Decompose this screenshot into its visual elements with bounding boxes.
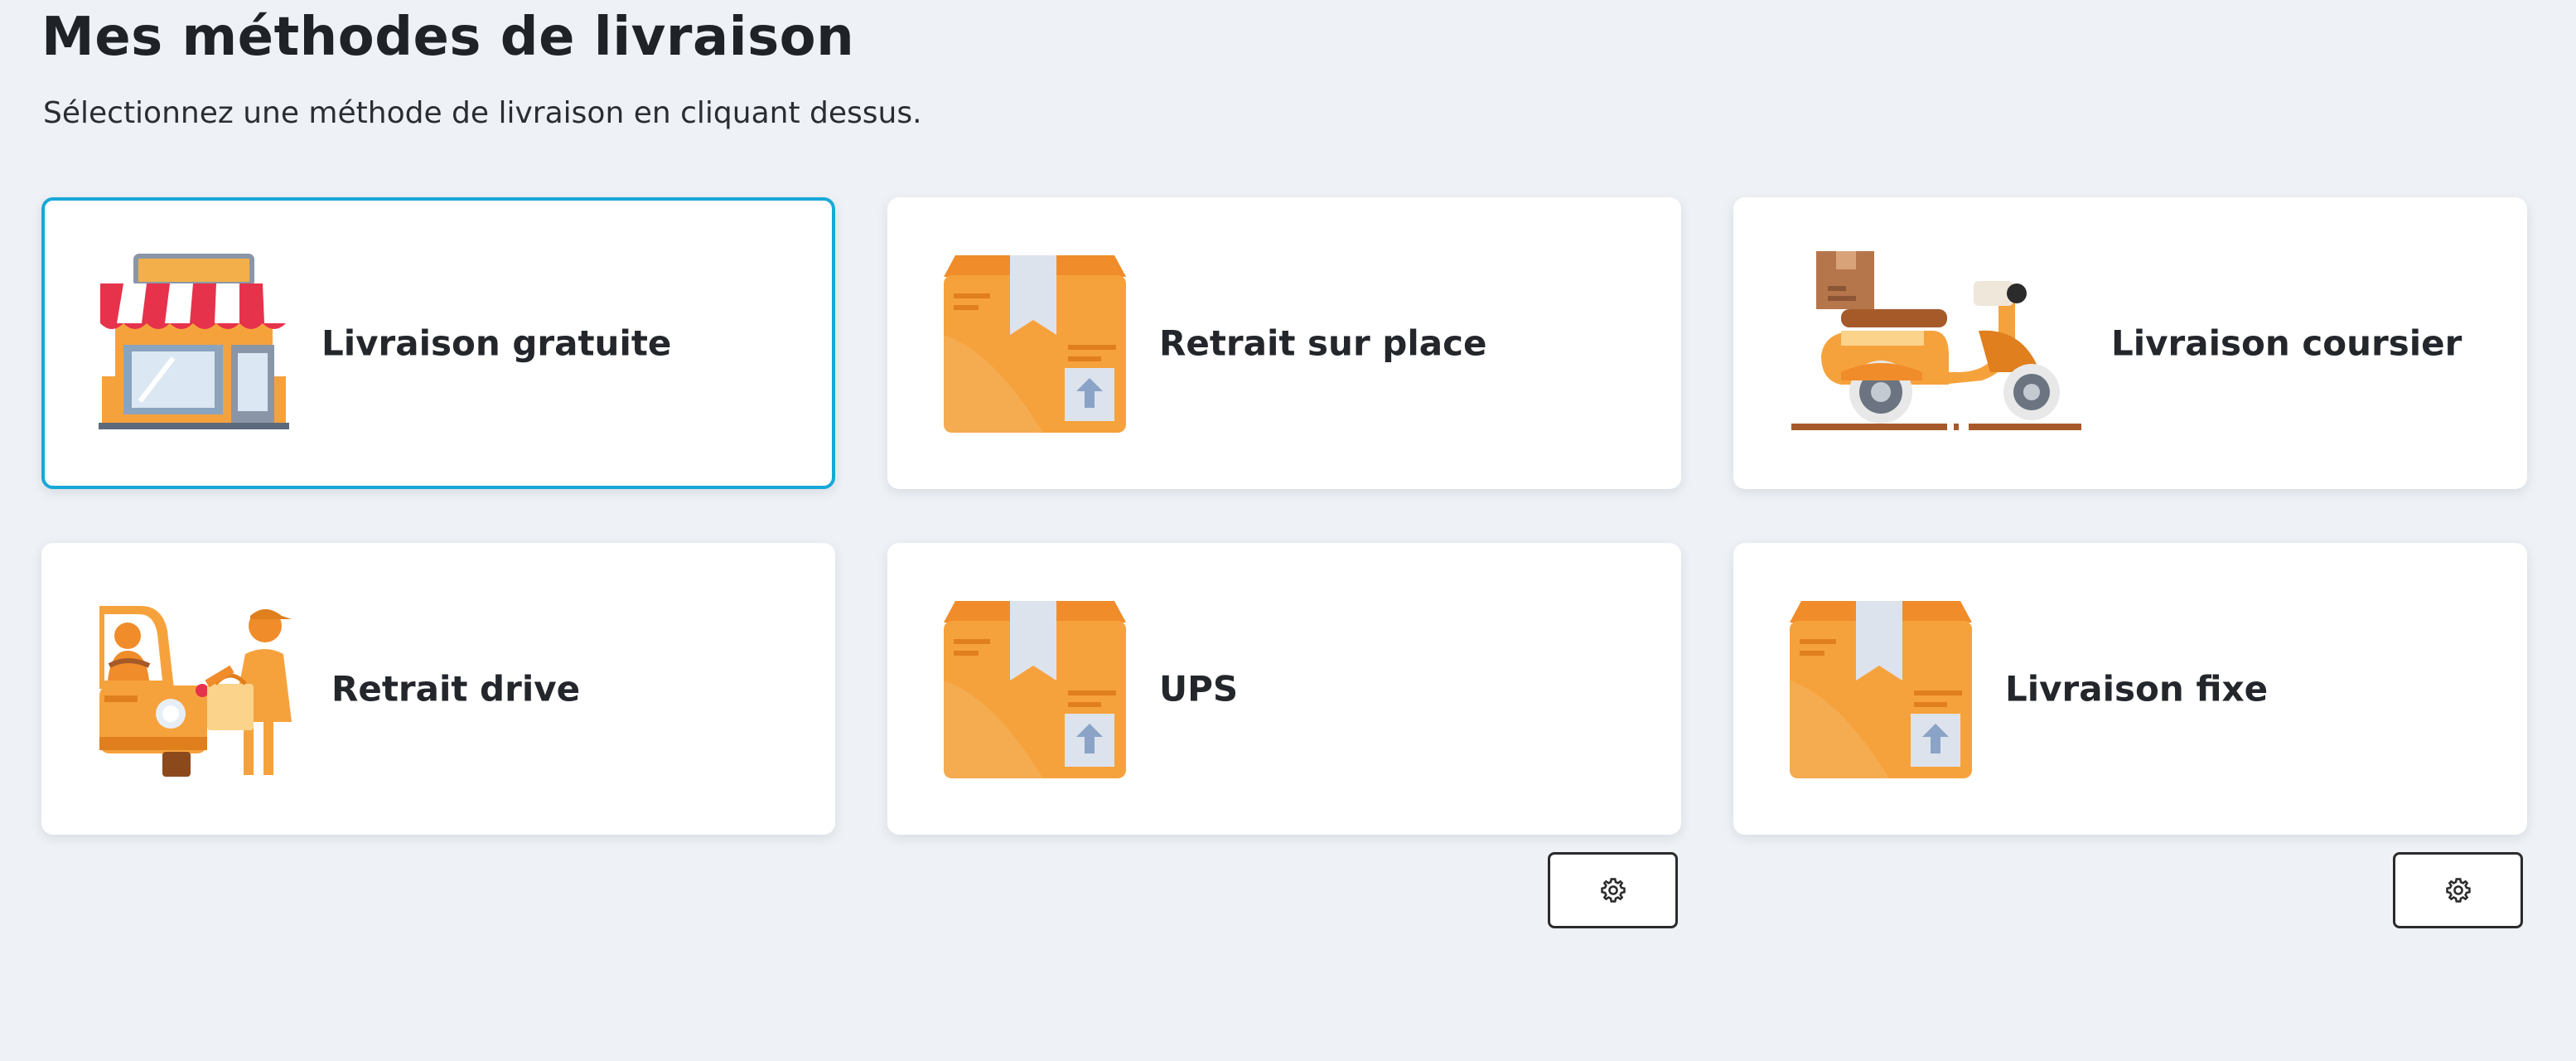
delivery-method-label: Livraison coursier bbox=[2111, 322, 2462, 364]
package-box-icon bbox=[944, 255, 1126, 433]
delivery-method-card-livraison-coursier[interactable]: Livraison coursier bbox=[1733, 197, 2527, 489]
package-box-icon bbox=[1790, 601, 1972, 778]
delivery-method-card-retrait-sur-place[interactable]: Retrait sur place bbox=[887, 197, 1681, 489]
gear-icon bbox=[1600, 878, 1626, 903]
page-title: Mes méthodes de livraison bbox=[41, 7, 855, 68]
delivery-method-card-livraison-gratuite[interactable]: Livraison gratuite bbox=[41, 197, 835, 489]
storefront-icon bbox=[99, 254, 289, 429]
delivery-method-card-livraison-fixe[interactable]: Livraison fixe bbox=[1733, 543, 2527, 835]
scooter-icon bbox=[1791, 251, 2081, 430]
delivery-method-label: Livraison fixe bbox=[2005, 668, 2269, 710]
ups-settings-button[interactable] bbox=[1548, 852, 1678, 928]
page-subtitle: Sélectionnez une méthode de livraison en… bbox=[43, 96, 922, 130]
drive-pickup-icon bbox=[99, 606, 292, 777]
package-box-icon bbox=[944, 601, 1126, 778]
delivery-method-label: UPS bbox=[1159, 668, 1239, 710]
gear-icon bbox=[2445, 878, 2471, 903]
delivery-method-label: Livraison gratuite bbox=[321, 322, 672, 364]
livraison-fixe-settings-button[interactable] bbox=[2393, 852, 2523, 928]
delivery-method-label: Retrait drive bbox=[331, 668, 581, 710]
delivery-method-card-retrait-drive[interactable]: Retrait drive bbox=[41, 543, 835, 835]
delivery-method-label: Retrait sur place bbox=[1159, 322, 1487, 364]
delivery-method-card-ups[interactable]: UPS bbox=[887, 543, 1681, 835]
